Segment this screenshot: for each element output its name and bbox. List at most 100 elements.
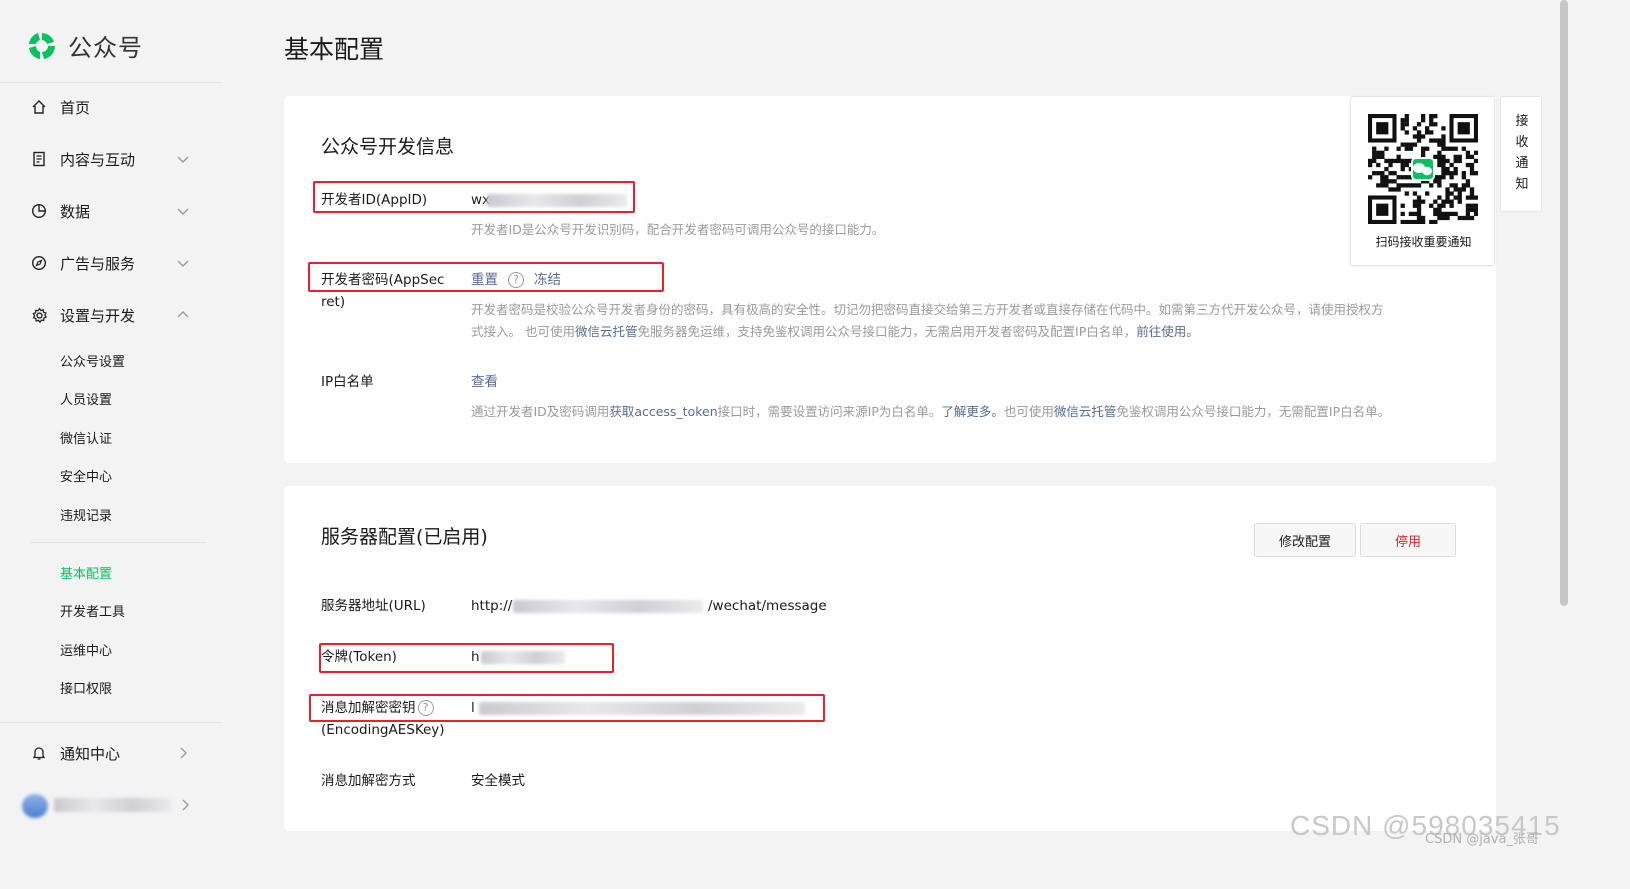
chevron-right-icon — [182, 799, 189, 811]
url-redacted — [513, 600, 703, 613]
pie-chart-icon — [30, 202, 48, 220]
chevron-right-icon — [180, 747, 187, 759]
scrollbar[interactable] — [1560, 0, 1568, 606]
sub-basic-config[interactable]: 基本配置 — [60, 563, 112, 582]
gear-icon — [30, 306, 48, 324]
sub-violation-records[interactable]: 违规记录 — [60, 505, 112, 524]
nav-content[interactable]: 内容与互动 — [30, 144, 200, 174]
appid-value: wx — [471, 190, 627, 210]
token-redacted — [481, 651, 565, 664]
modify-config-button[interactable]: 修改配置 — [1254, 523, 1356, 557]
secret-desc-text: 式接入。 也可使用 — [471, 324, 575, 339]
avatar — [22, 794, 48, 818]
secret-label-cont: ret) — [321, 294, 346, 310]
aes-key-label-en: (EncodingAESKey) — [321, 722, 445, 738]
qr-notify-panel[interactable]: 扫码接收重要通知 — [1350, 96, 1495, 266]
ip-view-wrap: 查看 — [471, 372, 498, 392]
chevron-down-icon — [177, 208, 189, 215]
chevron-down-icon — [177, 156, 189, 163]
learn-more-link[interactable]: 了解更多。 — [941, 404, 1004, 419]
token-prefix: h — [471, 649, 480, 665]
nav-ads[interactable]: 广告与服务 — [30, 248, 200, 278]
compass-icon — [30, 254, 48, 272]
ip-desc-text: 通过开发者ID及密码调用 — [471, 404, 610, 419]
sub-security-center[interactable]: 安全中心 — [60, 466, 112, 485]
secret-desc-line2: 式接入。 也可使用微信云托管免服务器免运维，支持免鉴权调用公众号接口能力，无需启… — [471, 321, 1199, 343]
aes-key-label: 消息加解密密钥? — [321, 698, 434, 718]
wechat-official-logo-icon — [29, 32, 56, 59]
nav-settings-label: 设置与开发 — [60, 306, 136, 325]
sidebar: 公众号 首页 内容与互动 数据 广告与服务 设置与开发 公众号设置 人员设置 微… — [0, 0, 222, 889]
dev-info-title: 公众号开发信息 — [321, 136, 455, 158]
nav-data[interactable]: 数据 — [30, 196, 200, 226]
aes-key-value: l — [471, 698, 805, 718]
secret-freeze-link[interactable]: 冻结 — [534, 272, 561, 288]
access-token-link[interactable]: 获取access_token — [609, 404, 717, 419]
sub-ops-center[interactable]: 运维中心 — [60, 640, 112, 659]
brand-name: 公众号 — [68, 34, 143, 62]
ip-desc-text: 接口时，需要设置访问来源IP为白名单。 — [717, 404, 942, 419]
nav-content-label: 内容与互动 — [60, 150, 136, 169]
notify-char: 通 — [1515, 156, 1529, 171]
server-url-label: 服务器地址(URL) — [321, 598, 426, 614]
nav-settings[interactable]: 设置与开发 — [30, 300, 200, 330]
watermark-sub: CSDN @java_张哥 — [1425, 832, 1539, 847]
encryption-mode-label: 消息加解密方式 — [321, 773, 416, 789]
sub-account-settings[interactable]: 公众号设置 — [60, 351, 125, 370]
nav-home[interactable]: 首页 — [30, 92, 200, 122]
nav-notify[interactable]: 通知中心 — [30, 738, 200, 768]
page-title: 基本配置 — [284, 35, 385, 64]
chevron-down-icon — [177, 260, 189, 267]
appid-label: 开发者ID(AppID) — [321, 192, 428, 208]
nav-ads-label: 广告与服务 — [60, 254, 136, 273]
cloud-hosting-link[interactable]: 微信云托管 — [575, 324, 638, 339]
bell-icon — [30, 744, 48, 762]
secret-label: 开发者密码(AppSec — [321, 272, 445, 288]
cloud-hosting-link[interactable]: 微信云托管 — [1054, 404, 1117, 419]
document-icon — [30, 150, 48, 168]
disable-button[interactable]: 停用 — [1360, 523, 1456, 557]
server-url-value: http:// /wechat/message — [471, 596, 831, 616]
ip-desc-text: 免鉴权调用公众号接口能力，无需配置IP白名单。 — [1116, 404, 1391, 419]
help-icon[interactable]: ? — [508, 272, 524, 288]
divider — [30, 542, 206, 543]
go-use-link[interactable]: 前往使用。 — [1136, 324, 1199, 339]
aes-key-label-text: 消息加解密密钥 — [321, 700, 416, 716]
account-switcher[interactable] — [22, 792, 202, 820]
secret-actions: 重置? 冻结 — [471, 270, 561, 290]
sub-developer-tools[interactable]: 开发者工具 — [60, 601, 125, 620]
divider — [0, 82, 222, 83]
token-value: h — [471, 647, 565, 667]
home-icon — [30, 98, 48, 116]
nav-notify-label: 通知中心 — [60, 744, 121, 763]
dev-info-card: 公众号开发信息 开发者ID(AppID) wx 开发者ID是公众号开发识别码，配… — [284, 96, 1496, 463]
help-icon[interactable]: ? — [417, 700, 434, 716]
appid-redacted — [487, 194, 627, 207]
token-label: 令牌(Token) — [321, 649, 397, 665]
ip-desc: 通过开发者ID及密码调用获取access_token接口时，需要设置访问来源IP… — [471, 401, 1390, 423]
qr-code-icon — [1368, 114, 1478, 224]
server-config-card: 服务器配置(已启用) 修改配置 停用 服务器地址(URL) http:// /w… — [284, 486, 1496, 831]
notify-char: 知 — [1515, 177, 1529, 192]
secret-desc-line1: 开发者密码是校验公众号开发者身份的密码，具有极高的安全性。切记勿把密码直接交给第… — [471, 302, 1384, 317]
ip-desc-text: 也可使用 — [1003, 404, 1054, 419]
appid-desc: 开发者ID是公众号开发识别码，配合开发者密码可调用公众号的接口能力。 — [471, 222, 885, 237]
sub-staff-settings[interactable]: 人员设置 — [60, 389, 112, 408]
divider — [0, 722, 222, 723]
qr-caption: 扫码接收重要通知 — [1375, 235, 1472, 249]
brand-logo[interactable]: 公众号 — [26, 28, 143, 63]
chevron-up-icon — [177, 311, 189, 318]
secret-reset-link[interactable]: 重置 — [471, 272, 498, 288]
sub-api-permissions[interactable]: 接口权限 — [60, 678, 112, 697]
encryption-mode-value: 安全模式 — [471, 773, 525, 789]
nav-home-label: 首页 — [60, 98, 91, 117]
url-suffix: /wechat/message — [708, 598, 827, 614]
nav-data-label: 数据 — [60, 202, 91, 221]
notify-char: 接 — [1515, 114, 1529, 129]
ip-view-link[interactable]: 查看 — [471, 374, 498, 390]
receive-notify-tab[interactable]: 接 收 通 知 — [1500, 96, 1542, 212]
sub-wechat-verify[interactable]: 微信认证 — [60, 428, 112, 447]
account-name-redacted — [54, 798, 172, 812]
ip-whitelist-label: IP白名单 — [321, 374, 374, 390]
secret-desc-text: 免服务器免运维，支持免鉴权调用公众号接口能力，无需启用开发者密码及配置IP白名单… — [637, 324, 1137, 339]
